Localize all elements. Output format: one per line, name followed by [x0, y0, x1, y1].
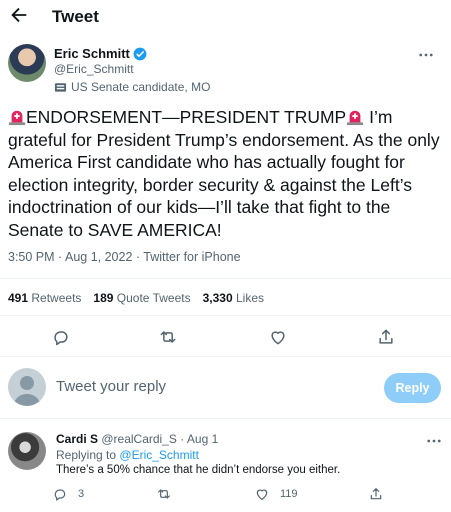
tweet-date[interactable]: Aug 1, 2022: [65, 250, 132, 264]
reply-author-name[interactable]: Cardi S: [56, 432, 98, 446]
reply-composer: Tweet your reply Reply: [0, 366, 451, 408]
reply-text: There’s a 50% chance that he didn’t endo…: [56, 464, 341, 476]
author-avatar[interactable]: [8, 44, 46, 82]
tweet-source[interactable]: Twitter for iPhone: [143, 250, 240, 264]
reply-button[interactable]: Reply: [384, 373, 441, 403]
replying-to: Replying to @Eric_Schmitt: [56, 448, 199, 462]
government-label[interactable]: US Senate candidate, MO: [54, 80, 210, 94]
like-icon[interactable]: [268, 327, 288, 347]
author-name[interactable]: Eric Schmitt: [54, 46, 130, 61]
replying-prefix: Replying to: [56, 448, 117, 462]
reply-header: Cardi S @realCardi_S · Aug 1: [56, 432, 219, 446]
reply-date[interactable]: Aug 1: [187, 432, 218, 446]
reply-author-handle[interactable]: @realCardi_S: [101, 432, 177, 446]
default-avatar-icon: [13, 376, 41, 406]
divider: [0, 315, 451, 316]
government-label-icon: [54, 83, 67, 92]
likes-stat[interactable]: 3,330 Likes: [203, 291, 264, 305]
author-label-text: US Senate candidate, MO: [71, 80, 211, 94]
reply-reply-action[interactable]: 3: [52, 486, 84, 502]
likes-count: 3,330: [202, 291, 233, 305]
retweet-icon[interactable]: [158, 327, 178, 347]
tweet-author: Eric Schmitt @Eric_Schmitt US Senate can…: [8, 44, 443, 94]
reply-retweet-action[interactable]: [156, 486, 172, 502]
quotes-count: 189: [93, 291, 114, 305]
tweet-text-headline: ENDORSEMENT—PRESIDENT TRUMP: [26, 107, 347, 127]
divider: [0, 278, 451, 279]
reply-action-bar: 3 119: [0, 486, 451, 506]
retweets-label: Retweets: [31, 291, 82, 305]
reply-like-count: 119: [280, 488, 298, 500]
back-arrow-icon[interactable]: [8, 4, 30, 26]
author-name-row[interactable]: Eric Schmitt: [54, 46, 147, 61]
reply-share-action[interactable]: [368, 486, 384, 502]
like-icon: [256, 489, 268, 500]
reply-author-avatar[interactable]: [8, 432, 46, 470]
top-bar: Tweet: [0, 0, 451, 32]
quotes-stat[interactable]: 189 Quote Tweets: [93, 291, 190, 305]
more-icon[interactable]: [417, 46, 435, 64]
share-icon[interactable]: [376, 327, 396, 347]
siren-emoji-icon: [8, 110, 26, 126]
reply-input[interactable]: Tweet your reply: [56, 378, 166, 395]
reply-icon[interactable]: [51, 327, 71, 347]
reply-reply-count: 3: [78, 488, 85, 500]
likes-label: Likes: [235, 291, 264, 305]
tweet-text: ENDORSEMENT—PRESIDENT TRUMP I’m grateful…: [8, 106, 440, 241]
author-handle[interactable]: @Eric_Schmitt: [54, 62, 134, 76]
reply-like-action[interactable]: 119: [254, 486, 298, 502]
reply-icon: [54, 489, 66, 501]
reply-tweet[interactable]: Cardi S @realCardi_S · Aug 1 Replying to…: [0, 430, 451, 512]
divider: [0, 418, 451, 419]
retweet-icon: [158, 489, 170, 499]
retweets-count: 491: [8, 291, 29, 305]
divider: [0, 356, 451, 357]
tweet-stats: 491 Retweets 189 Quote Tweets 3,330 Like…: [8, 291, 264, 305]
tweet-time[interactable]: 3:50 PM: [8, 250, 55, 264]
tweet-action-bar: [0, 323, 451, 349]
share-icon: [370, 488, 382, 500]
user-avatar[interactable]: [8, 368, 46, 406]
tweet-meta: 3:50 PM · Aug 1, 2022 · Twitter for iPho…: [8, 250, 241, 264]
replying-to-handle[interactable]: @Eric_Schmitt: [119, 448, 199, 462]
siren-emoji-icon: [347, 110, 364, 126]
page-title: Tweet: [52, 7, 99, 26]
quotes-label: Quote Tweets: [116, 291, 191, 305]
verified-badge-icon: [133, 47, 147, 60]
more-icon[interactable]: [425, 432, 443, 450]
retweets-stat[interactable]: 491 Retweets: [8, 291, 81, 305]
